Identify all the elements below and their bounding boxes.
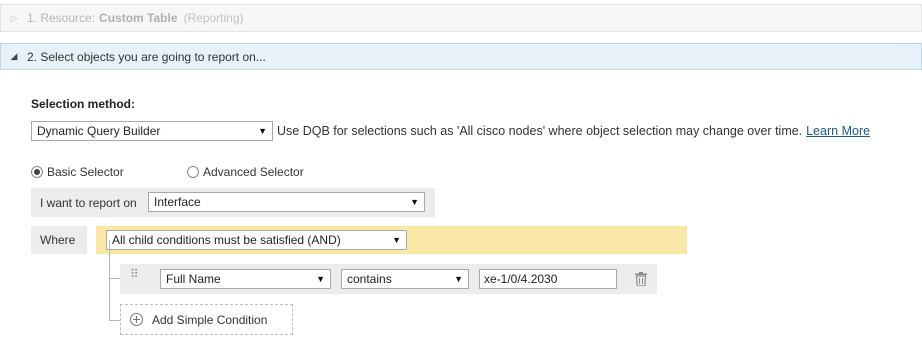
add-simple-condition-label: Add Simple Condition	[152, 312, 268, 327]
add-simple-condition-button[interactable]: Add Simple Condition	[120, 304, 293, 335]
step-2-header[interactable]: ◢ 2. Select objects you are going to rep…	[0, 43, 922, 70]
collapse-triangle-icon[interactable]: ◢	[1, 51, 27, 62]
expand-triangle-icon[interactable]: ▷	[1, 13, 27, 24]
basic-selector-radio[interactable]	[31, 166, 43, 178]
report-on-value: Interface	[154, 195, 201, 209]
learn-more-link[interactable]: Learn More	[806, 124, 870, 138]
report-on-dropdown[interactable]: Interface ▼	[148, 192, 425, 212]
advanced-selector-option[interactable]: Advanced Selector	[187, 165, 304, 179]
chevron-down-icon: ▼	[258, 126, 267, 136]
condition-mode-dropdown[interactable]: All child conditions must be satisfied (…	[106, 230, 407, 250]
selection-method-value: Dynamic Query Builder	[37, 124, 161, 138]
basic-selector-option[interactable]: Basic Selector	[31, 165, 124, 179]
step-1-resource-name: Custom Table	[99, 11, 178, 25]
radio-selected-dot	[34, 169, 40, 175]
drag-handle-icon[interactable]: ⠿	[130, 268, 139, 280]
condition-field-value: Full Name	[166, 272, 221, 286]
report-on-label: I want to report on	[40, 196, 137, 210]
chevron-down-icon: ▼	[316, 274, 325, 284]
condition-operator-dropdown[interactable]: contains ▼	[341, 269, 469, 289]
condition-value-input[interactable]	[479, 269, 617, 289]
condition-mode-value: All child conditions must be satisfied (…	[112, 233, 341, 247]
plus-circle-icon	[130, 313, 143, 326]
where-label: Where	[40, 233, 76, 247]
basic-selector-label: Basic Selector	[47, 165, 124, 179]
selection-method-hint-text: Use DQB for selections such as 'All cisc…	[277, 124, 803, 138]
step-2-title: 2. Select objects you are going to repor…	[27, 49, 266, 64]
chevron-down-icon: ▼	[454, 274, 463, 284]
chevron-down-icon: ▼	[410, 197, 419, 207]
step-1-resource-type: (Reporting)	[183, 11, 244, 25]
tree-connector-vertical	[109, 240, 110, 321]
trash-icon[interactable]	[635, 272, 647, 286]
chevron-down-icon: ▼	[392, 235, 401, 245]
selection-method-hint: Use DQB for selections such as 'All cisc…	[277, 124, 870, 138]
condition-operator-value: contains	[347, 272, 392, 286]
selection-method-dropdown[interactable]: Dynamic Query Builder ▼	[31, 121, 273, 141]
step-1-header[interactable]: ▷ 1. Resource: Custom Table (Reporting)	[0, 4, 922, 32]
advanced-selector-radio[interactable]	[187, 166, 199, 178]
step-1-prefix: 1. Resource:	[27, 11, 96, 25]
selection-method-label: Selection method:	[31, 97, 136, 111]
condition-field-dropdown[interactable]: Full Name ▼	[160, 269, 331, 289]
advanced-selector-label: Advanced Selector	[203, 165, 304, 179]
